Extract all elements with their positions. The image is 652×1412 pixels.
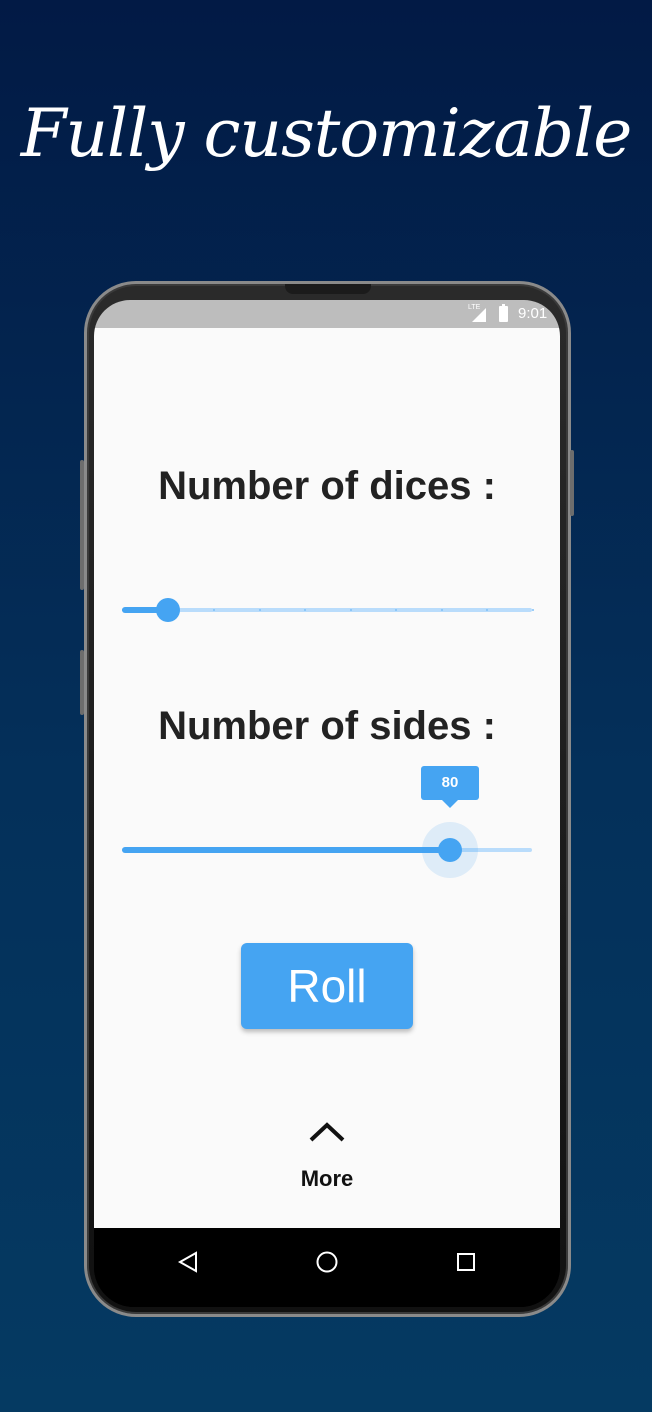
- dices-slider-tick: [259, 609, 261, 611]
- app-content: Number of dices : Number of sides : 80 R…: [94, 328, 560, 1228]
- power-button-left: [80, 650, 84, 715]
- sides-slider-thumb[interactable]: [438, 838, 462, 862]
- more-button[interactable]: More: [277, 1110, 377, 1196]
- home-icon[interactable]: [309, 1244, 345, 1280]
- phone-screen: LTE 9:01 Number of dices : Number of sid…: [94, 300, 560, 1307]
- recents-icon[interactable]: [448, 1244, 484, 1280]
- dices-slider-tick: [395, 609, 397, 611]
- sides-label: Number of sides :: [158, 704, 496, 748]
- signal-icon: [472, 308, 486, 322]
- dices-slider-tick: [532, 609, 534, 611]
- dices-slider-thumb[interactable]: [156, 598, 180, 622]
- sides-slider-fill: [122, 847, 450, 853]
- dices-label: Number of dices :: [158, 464, 496, 508]
- roll-button[interactable]: Roll: [241, 943, 413, 1029]
- sides-slider[interactable]: 80: [122, 766, 532, 878]
- dices-slider-track: [122, 608, 532, 612]
- status-time: 9:01: [518, 305, 548, 322]
- navigation-bar: [94, 1228, 560, 1307]
- headline: Fully customizable: [20, 95, 633, 172]
- volume-button: [80, 460, 84, 590]
- back-icon[interactable]: [170, 1244, 206, 1280]
- battery-icon: [499, 304, 508, 322]
- status-bar: LTE 9:01: [94, 300, 560, 328]
- dices-slider-tick: [350, 609, 352, 611]
- dices-slider[interactable]: [122, 590, 534, 630]
- dices-slider-tick: [122, 609, 124, 611]
- sides-value-label: 80: [421, 766, 479, 808]
- dices-slider-tick: [213, 609, 215, 611]
- dices-slider-tick: [304, 609, 306, 611]
- dices-slider-tick: [441, 609, 443, 611]
- power-button: [570, 450, 574, 516]
- more-label: More: [300, 1166, 354, 1191]
- dices-slider-tick: [486, 609, 488, 611]
- phone-notch: [285, 284, 371, 294]
- chevron-up-icon: [309, 1122, 345, 1142]
